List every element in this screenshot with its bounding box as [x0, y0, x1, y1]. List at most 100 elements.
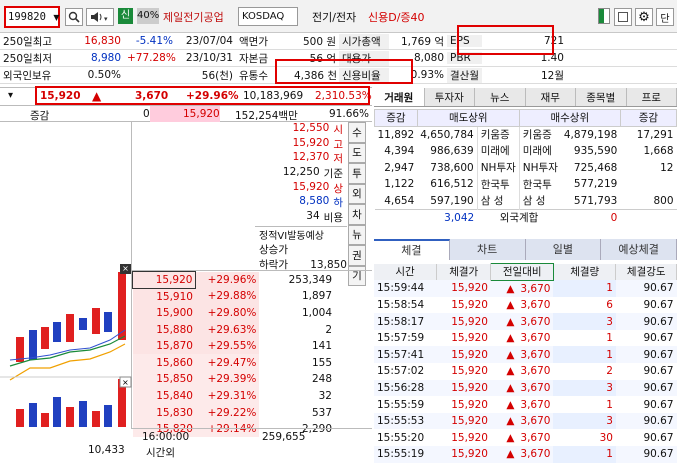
broker-cell[interactable]: 한국투 — [518, 175, 561, 193]
trade-strength: 90.67 — [643, 448, 674, 461]
speaker-icon[interactable]: ▾ — [86, 8, 114, 26]
quote-price[interactable]: 15,850 — [132, 371, 196, 388]
trade-row: 15:57:41 15,920 ▲ 3,670 1 90.67 — [374, 346, 677, 364]
market-field: KOSDAQ — [238, 7, 298, 26]
trade-row: 15:55:20 15,920 ▲ 3,670 30 90.67 — [374, 429, 677, 447]
trade-strength: 90.67 — [643, 315, 674, 328]
trade-change-value: 3,670 — [520, 398, 551, 411]
volume-bar — [29, 403, 37, 427]
broker-cell[interactable]: 미래에 — [476, 142, 520, 160]
price-bar-2: 증감 0 15,920 152,254백만 91.66% — [0, 105, 372, 122]
quote-row: 15,860 +29.47% 155 — [132, 354, 373, 372]
summary-val2: 1,769 억 — [400, 35, 444, 48]
trade-time: 15:57:41 — [377, 348, 425, 361]
broker-cell[interactable]: 삼 성 — [476, 192, 520, 210]
trade-amount: 152,254백만 — [235, 110, 298, 122]
search-icon[interactable] — [65, 8, 83, 26]
quote-price[interactable]: 15,840 — [132, 387, 196, 405]
trade-time: 15:57:02 — [377, 365, 425, 378]
broker-cell[interactable]: 한국투 — [476, 175, 520, 193]
quote-volume: 1,897 — [301, 290, 332, 303]
up-arrow-icon: ▲ — [506, 398, 515, 411]
quote-pct: +29.63% — [195, 321, 260, 338]
quote-row: 15,920 +29.96% 253,349 — [131, 271, 373, 289]
tab-2[interactable]: 뉴스 — [475, 88, 526, 106]
tab-4[interactable]: 종목별 — [576, 88, 627, 106]
price-info-value: 15,920 — [292, 136, 330, 149]
broker-header-cell: 매도상위 — [416, 109, 520, 127]
trade-price: 15,920 — [451, 398, 488, 411]
trade-qty: 6 — [553, 296, 616, 314]
window-icon[interactable] — [598, 8, 610, 24]
quote-pct: +29.22% — [195, 404, 260, 421]
side-button[interactable]: 뉴 — [348, 224, 366, 245]
candle — [104, 312, 112, 332]
trade-change-value: 3,670 — [520, 365, 551, 378]
trade-time: 15:58:54 — [377, 298, 425, 311]
tab-1[interactable]: 투자자 — [424, 88, 475, 106]
broker-cell[interactable]: NH투자 — [476, 159, 520, 176]
side-button[interactable]: 권 — [348, 245, 366, 266]
code-dropdown-icon[interactable]: ▼ — [51, 8, 62, 26]
tab-0[interactable]: 거래원 — [374, 88, 425, 106]
quote-pct: +29.88% — [195, 288, 260, 305]
trade-qty: 30 — [553, 429, 616, 447]
trade-row: 15:57:59 15,920 ▲ 3,670 1 90.67 — [374, 329, 677, 347]
tab-3[interactable]: 재무 — [525, 88, 576, 106]
trade-header-cell: 전일대비 — [490, 263, 554, 281]
quote-price[interactable]: 15,920 — [131, 271, 197, 289]
volume-bar — [41, 413, 49, 427]
foreign-empty — [620, 209, 676, 226]
gear-icon[interactable]: ⚙ — [635, 8, 653, 26]
trade-change: ▲ 3,670 — [491, 297, 554, 314]
price-info-value: 8,580 — [299, 195, 330, 208]
side-button[interactable]: 외 — [348, 183, 366, 204]
side-button[interactable]: 도 — [348, 142, 366, 163]
broker-cell[interactable]: 키움증 — [518, 126, 561, 143]
side-button[interactable]: 수 — [348, 122, 366, 143]
trade-change: ▲ 3,670 — [491, 313, 554, 330]
price-info-key: 비용 — [323, 212, 343, 225]
quote-price[interactable]: 15,900 — [132, 304, 196, 322]
broker-cell[interactable]: 삼 성 — [518, 192, 561, 210]
broker-cell: 2,947 — [384, 161, 415, 174]
up-arrow-icon: ▲ — [506, 415, 515, 428]
mini-chart: × × — [0, 122, 132, 429]
broker-header-cell: 매수상위 — [518, 109, 621, 127]
side-button[interactable]: 투 — [348, 163, 366, 184]
up-arrow-icon: ▲ — [506, 365, 515, 378]
quote-row: 15,870 +29.55% 141 — [132, 337, 373, 355]
quote-pct: +29.39% — [195, 371, 260, 388]
close-chart-icon[interactable]: × — [120, 264, 131, 274]
summary-key1: 액면가 — [239, 35, 268, 48]
quote-price[interactable]: 15,830 — [132, 404, 196, 421]
quote-volume: 253,349 — [288, 273, 332, 286]
side-button[interactable]: 차 — [348, 204, 366, 225]
broker-cell[interactable]: 키움증 — [476, 126, 520, 143]
vi-panel: 정적VI발동예상 상승가 하락가 13,850 — [255, 226, 347, 271]
quote-table: 15,920 +29.96% 253,349 15,910 +29.88% 1,897 15… — [131, 270, 373, 438]
tab-trade-3[interactable]: 예상체결 — [601, 238, 677, 260]
tab-trade-0[interactable]: 체결 — [374, 238, 450, 260]
checkbox-icon[interactable] — [614, 8, 632, 26]
broker-cell[interactable]: NH투자 — [518, 159, 561, 176]
tab-trade-2[interactable]: 일별 — [525, 238, 602, 260]
single-view-button[interactable]: 단 — [656, 8, 674, 26]
quote-price[interactable]: 15,860 — [132, 354, 196, 372]
broker-cell: 577,219 — [573, 178, 618, 191]
trade-row: 15:59:44 15,920 ▲ 3,670 1 90.67 — [374, 280, 677, 297]
broker-cell: 1,668 — [643, 144, 674, 157]
quote-price[interactable]: 15,880 — [132, 321, 196, 338]
tab-5[interactable]: 프로 — [626, 88, 677, 106]
trade-row: 15:57:02 15,920 ▲ 3,670 2 90.67 — [374, 363, 677, 380]
summary-date: 23/07/04 — [185, 35, 233, 47]
up-arrow-icon: ▲ — [506, 332, 515, 345]
quote-price[interactable]: 15,870 — [132, 337, 196, 355]
quote-price[interactable]: 15,910 — [132, 288, 196, 305]
quote-row: 15,880 +29.63% 2 — [132, 321, 373, 338]
trade-row: 15:55:59 15,920 ▲ 3,670 1 90.67 — [374, 396, 677, 413]
tab-trade-1[interactable]: 차트 — [449, 238, 526, 260]
change-label: 증감 — [30, 110, 50, 122]
broker-cell[interactable]: 미래에 — [518, 142, 561, 160]
trade-header-cell: 시간 — [374, 263, 438, 281]
